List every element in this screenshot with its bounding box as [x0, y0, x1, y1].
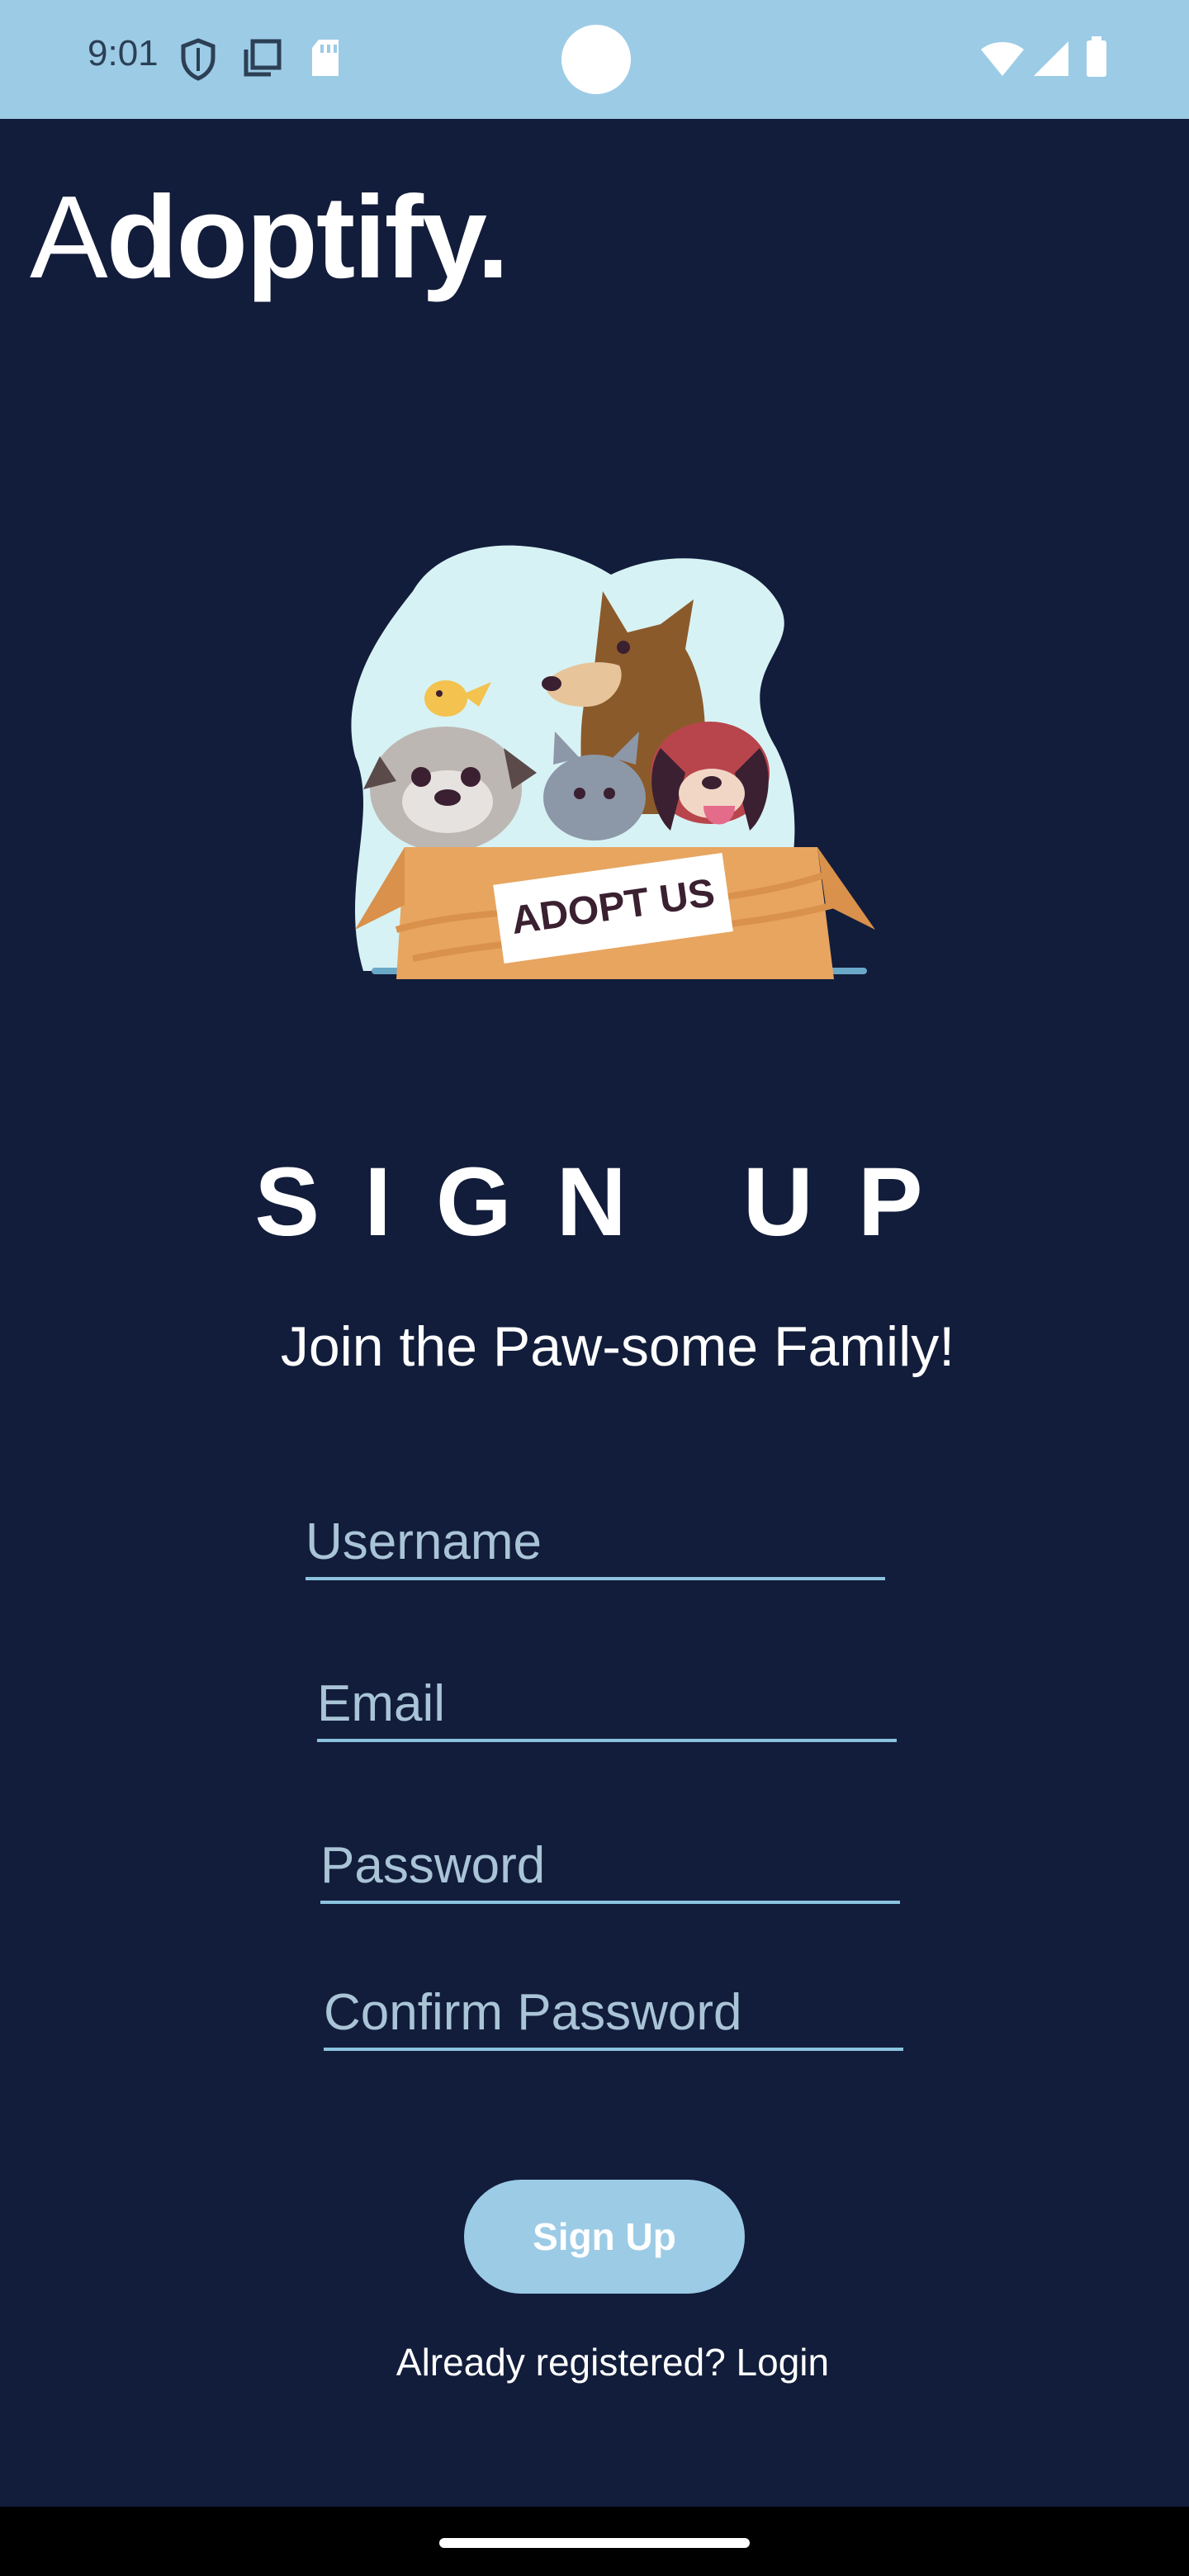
navigation-bar: [0, 2507, 1189, 2576]
app-logo: Adoptify.: [30, 170, 509, 305]
camera-cutout: [561, 25, 631, 94]
brand-regular: A: [30, 172, 108, 303]
sign-up-button[interactable]: Sign Up: [464, 2180, 745, 2294]
wifi-icon: [979, 40, 1026, 80]
battery-icon: [1085, 36, 1108, 82]
home-indicator[interactable]: [439, 2538, 750, 2548]
page-subtitle: Join the Paw-some Family!: [280, 1315, 955, 1378]
password-field[interactable]: [320, 1830, 900, 1904]
status-bar: 9:01: [0, 0, 1189, 119]
brand-bold: doptify.: [106, 172, 509, 303]
copy-icon: [241, 38, 282, 83]
adopt-us-illustration: ADOPT US: [347, 542, 883, 987]
status-time: 9:01: [88, 33, 159, 73]
page-title: SIGN UP: [254, 1148, 968, 1257]
signup-screen: Adoptify. ADOPT US SIGN UP Join the Paw-…: [0, 119, 1189, 2507]
sd-card-icon: [309, 38, 342, 82]
email-field[interactable]: [317, 1668, 897, 1742]
shield-icon: [180, 38, 216, 85]
signal-icon: [1032, 40, 1070, 80]
login-link[interactable]: Already registered? Login: [0, 2340, 1189, 2384]
username-field[interactable]: [306, 1506, 885, 1580]
confirm-password-field[interactable]: [324, 1977, 903, 2051]
